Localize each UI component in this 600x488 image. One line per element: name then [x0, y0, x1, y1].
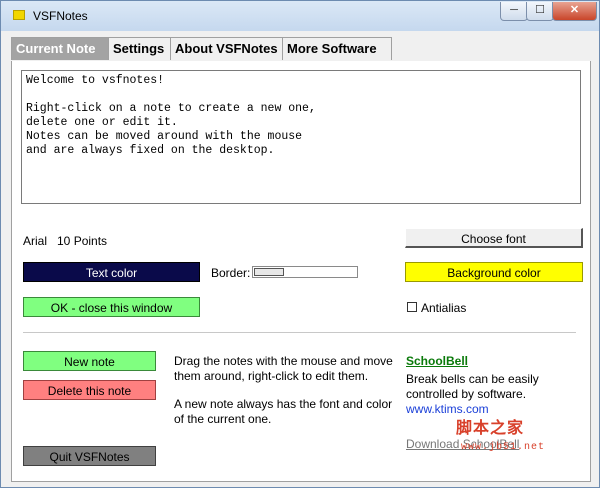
tab-about[interactable]: About VSFNotes	[170, 37, 285, 60]
text-color-button[interactable]: Text color	[23, 262, 200, 282]
schoolbell-link[interactable]: SchoolBell	[406, 354, 468, 368]
border-slider-thumb[interactable]	[254, 268, 284, 276]
antialias-label: Antialias	[421, 301, 467, 315]
new-note-button[interactable]: New note	[23, 351, 156, 371]
title-bar[interactable]: VSFNotes ─ ☐ ✕	[1, 1, 599, 31]
schoolbell-description: Break bells can be easily controlled by …	[406, 372, 576, 417]
schoolbell-description-text: Break bells can be easily controlled by …	[406, 372, 539, 401]
app-icon	[13, 10, 25, 20]
watermark-text: 脚本之家	[456, 420, 525, 437]
border-slider[interactable]	[252, 266, 358, 278]
tab-settings[interactable]: Settings	[108, 37, 172, 60]
app-window: VSFNotes ─ ☐ ✕ Current Note Settings Abo…	[0, 0, 600, 488]
tab-strip: Current Note Settings About VSFNotes Mor…	[11, 37, 589, 62]
window-title: VSFNotes	[33, 9, 88, 23]
background-color-button[interactable]: Background color	[405, 262, 583, 282]
ok-close-button[interactable]: OK - close this window	[23, 297, 200, 317]
new-note-help-text: A new note always has the font and color…	[174, 397, 393, 426]
note-text-editor[interactable]: Welcome to vsfnotes! Right-click on a no…	[21, 70, 581, 204]
watermark-url: www.jb51.net	[461, 442, 546, 453]
divider	[23, 332, 576, 333]
choose-font-button[interactable]: Choose font	[405, 228, 583, 248]
delete-note-button[interactable]: Delete this note	[23, 380, 156, 400]
quit-button[interactable]: Quit VSFNotes	[23, 446, 156, 466]
font-info: Arial 10 Points	[23, 234, 108, 248]
drag-help-text: Drag the notes with the mouse and move t…	[174, 354, 393, 383]
tab-more-software[interactable]: More Software	[282, 37, 392, 60]
tab-current-note[interactable]: Current Note	[11, 37, 111, 60]
maximize-button[interactable]: ☐	[526, 2, 554, 21]
border-label: Border:	[211, 266, 251, 280]
close-button[interactable]: ✕	[552, 2, 597, 21]
minimize-button[interactable]: ─	[500, 2, 528, 21]
antialias-checkbox[interactable]	[407, 302, 417, 312]
